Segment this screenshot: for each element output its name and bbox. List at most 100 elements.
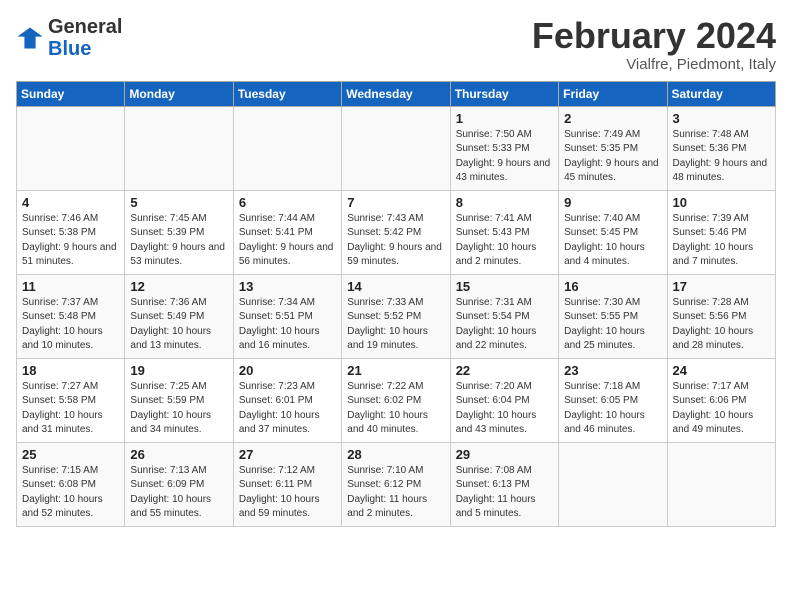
day-info: Sunrise: 7:28 AMSunset: 5:56 PMDaylight:… (673, 296, 770, 354)
day-number: 6 (239, 195, 336, 210)
calendar-cell: 29Sunrise: 7:08 AMSunset: 6:13 PMDayligh… (450, 442, 558, 526)
calendar-cell (559, 442, 667, 526)
column-header-monday: Monday (125, 81, 233, 106)
day-number: 22 (456, 363, 553, 378)
day-info: Sunrise: 7:39 AMSunset: 5:46 PMDaylight:… (673, 212, 770, 270)
column-header-thursday: Thursday (450, 81, 558, 106)
day-number: 4 (22, 195, 119, 210)
calendar-cell: 25 Sunrise: 7:15 AMSunset: 6:08 PMDayligh… (17, 442, 125, 526)
column-header-sunday: Sunday (17, 81, 125, 106)
calendar-cell: 15 Sunrise: 7:31 AMSunset: 5:54 PMDayligh… (450, 274, 558, 358)
day-info: Sunrise: 7:33 AMSunset: 5:52 PMDaylight:… (347, 296, 444, 354)
day-number: 17 (673, 279, 770, 294)
day-info: Sunrise: 7:50 AMSunset: 5:33 PMDaylight:… (456, 128, 553, 186)
day-number: 2 (564, 111, 661, 126)
day-number: 26 (130, 447, 227, 462)
calendar-cell: 23 Sunrise: 7:18 AMSunset: 6:05 PMDayligh… (559, 358, 667, 442)
day-number: 27 (239, 447, 336, 462)
calendar-cell: 2 Sunrise: 7:49 AMSunset: 5:35 PMDaylight… (559, 106, 667, 190)
day-number: 10 (673, 195, 770, 210)
calendar-cell: 4 Sunrise: 7:46 AMSunset: 5:38 PMDaylight… (17, 190, 125, 274)
logo-bird-icon (16, 24, 44, 52)
day-info: Sunrise: 7:49 AMSunset: 5:35 PMDaylight:… (564, 128, 661, 186)
calendar-cell: 26 Sunrise: 7:13 AMSunset: 6:09 PMDayligh… (125, 442, 233, 526)
calendar-cell (17, 106, 125, 190)
week-row-1: 1 Sunrise: 7:50 AMSunset: 5:33 PMDaylight… (17, 106, 776, 190)
day-info: Sunrise: 7:23 AMSunset: 6:01 PMDaylight:… (239, 380, 336, 438)
column-header-wednesday: Wednesday (342, 81, 450, 106)
day-info: Sunrise: 7:12 AMSunset: 6:11 PMDaylight:… (239, 464, 336, 522)
calendar-cell: 20 Sunrise: 7:23 AMSunset: 6:01 PMDayligh… (233, 358, 341, 442)
calendar-cell (667, 442, 775, 526)
calendar-cell (233, 106, 341, 190)
day-number: 18 (22, 363, 119, 378)
calendar-cell (342, 106, 450, 190)
day-number: 5 (130, 195, 227, 210)
logo-general: General (48, 16, 122, 38)
calendar-cell: 7 Sunrise: 7:43 AMSunset: 5:42 PMDaylight… (342, 190, 450, 274)
day-info: Sunrise: 7:08 AMSunset: 6:13 PMDaylight:… (456, 464, 553, 522)
day-info: Sunrise: 7:18 AMSunset: 6:05 PMDaylight:… (564, 380, 661, 438)
calendar-cell: 14 Sunrise: 7:33 AMSunset: 5:52 PMDayligh… (342, 274, 450, 358)
logo: General Blue (16, 16, 122, 60)
day-info: Sunrise: 7:44 AMSunset: 5:41 PMDaylight:… (239, 212, 336, 270)
day-number: 20 (239, 363, 336, 378)
day-info: Sunrise: 7:36 AMSunset: 5:49 PMDaylight:… (130, 296, 227, 354)
calendar-cell: 19 Sunrise: 7:25 AMSunset: 5:59 PMDayligh… (125, 358, 233, 442)
day-info: Sunrise: 7:37 AMSunset: 5:48 PMDaylight:… (22, 296, 119, 354)
calendar-cell: 6 Sunrise: 7:44 AMSunset: 5:41 PMDaylight… (233, 190, 341, 274)
calendar-cell: 12Sunrise: 7:36 AMSunset: 5:49 PMDayligh… (125, 274, 233, 358)
month-title: February 2024 (532, 16, 776, 56)
day-number: 25 (22, 447, 119, 462)
day-number: 14 (347, 279, 444, 294)
day-number: 11 (22, 279, 119, 294)
day-info: Sunrise: 7:40 AMSunset: 5:45 PMDaylight:… (564, 212, 661, 270)
calendar-cell: 22Sunrise: 7:20 AMSunset: 6:04 PMDayligh… (450, 358, 558, 442)
calendar-cell (125, 106, 233, 190)
day-number: 1 (456, 111, 553, 126)
calendar-cell: 28 Sunrise: 7:10 AMSunset: 6:12 PMDayligh… (342, 442, 450, 526)
page-header: General Blue February 2024 Vialfre, Pied… (16, 16, 776, 73)
calendar-table: SundayMondayTuesdayWednesdayThursdayFrid… (16, 81, 776, 527)
title-block: February 2024 Vialfre, Piedmont, Italy (532, 16, 776, 73)
day-info: Sunrise: 7:48 AMSunset: 5:36 PMDaylight:… (673, 128, 770, 186)
day-info: Sunrise: 7:45 AMSunset: 5:39 PMDaylight:… (130, 212, 227, 270)
day-info: Sunrise: 7:46 AMSunset: 5:38 PMDaylight:… (22, 212, 119, 270)
calendar-cell: 21Sunrise: 7:22 AMSunset: 6:02 PMDayligh… (342, 358, 450, 442)
day-info: Sunrise: 7:27 AMSunset: 5:58 PMDaylight:… (22, 380, 119, 438)
calendar-cell: 11 Sunrise: 7:37 AMSunset: 5:48 PMDayligh… (17, 274, 125, 358)
calendar-cell: 27 Sunrise: 7:12 AMSunset: 6:11 PMDayligh… (233, 442, 341, 526)
day-info: Sunrise: 7:43 AMSunset: 5:42 PMDaylight:… (347, 212, 444, 270)
day-info: Sunrise: 7:41 AMSunset: 5:43 PMDaylight:… (456, 212, 553, 270)
calendar-cell: 16Sunrise: 7:30 AMSunset: 5:55 PMDayligh… (559, 274, 667, 358)
day-number: 23 (564, 363, 661, 378)
week-row-4: 18 Sunrise: 7:27 AMSunset: 5:58 PMDayligh… (17, 358, 776, 442)
day-info: Sunrise: 7:13 AMSunset: 6:09 PMDaylight:… (130, 464, 227, 522)
day-number: 9 (564, 195, 661, 210)
day-number: 15 (456, 279, 553, 294)
day-info: Sunrise: 7:10 AMSunset: 6:12 PMDaylight:… (347, 464, 444, 522)
day-info: Sunrise: 7:25 AMSunset: 5:59 PMDaylight:… (130, 380, 227, 438)
calendar-cell: 10 Sunrise: 7:39 AMSunset: 5:46 PMDayligh… (667, 190, 775, 274)
day-info: Sunrise: 7:17 AMSunset: 6:06 PMDaylight:… (673, 380, 770, 438)
column-header-tuesday: Tuesday (233, 81, 341, 106)
day-number: 19 (130, 363, 227, 378)
day-info: Sunrise: 7:34 AMSunset: 5:51 PMDaylight:… (239, 296, 336, 354)
calendar-cell: 3Sunrise: 7:48 AMSunset: 5:36 PMDaylight… (667, 106, 775, 190)
day-number: 13 (239, 279, 336, 294)
day-number: 28 (347, 447, 444, 462)
calendar-cell: 8 Sunrise: 7:41 AMSunset: 5:43 PMDaylight… (450, 190, 558, 274)
calendar-cell: 5 Sunrise: 7:45 AMSunset: 5:39 PMDaylight… (125, 190, 233, 274)
calendar-header-row: SundayMondayTuesdayWednesdayThursdayFrid… (17, 81, 776, 106)
logo-blue: Blue (48, 38, 91, 60)
day-info: Sunrise: 7:30 AMSunset: 5:55 PMDaylight:… (564, 296, 661, 354)
day-info: Sunrise: 7:15 AMSunset: 6:08 PMDaylight:… (22, 464, 119, 522)
column-header-friday: Friday (559, 81, 667, 106)
week-row-5: 25 Sunrise: 7:15 AMSunset: 6:08 PMDayligh… (17, 442, 776, 526)
week-row-3: 11 Sunrise: 7:37 AMSunset: 5:48 PMDayligh… (17, 274, 776, 358)
day-info: Sunrise: 7:22 AMSunset: 6:02 PMDaylight:… (347, 380, 444, 438)
day-info: Sunrise: 7:31 AMSunset: 5:54 PMDaylight:… (456, 296, 553, 354)
day-number: 8 (456, 195, 553, 210)
location-subtitle: Vialfre, Piedmont, Italy (532, 56, 776, 73)
day-number: 7 (347, 195, 444, 210)
